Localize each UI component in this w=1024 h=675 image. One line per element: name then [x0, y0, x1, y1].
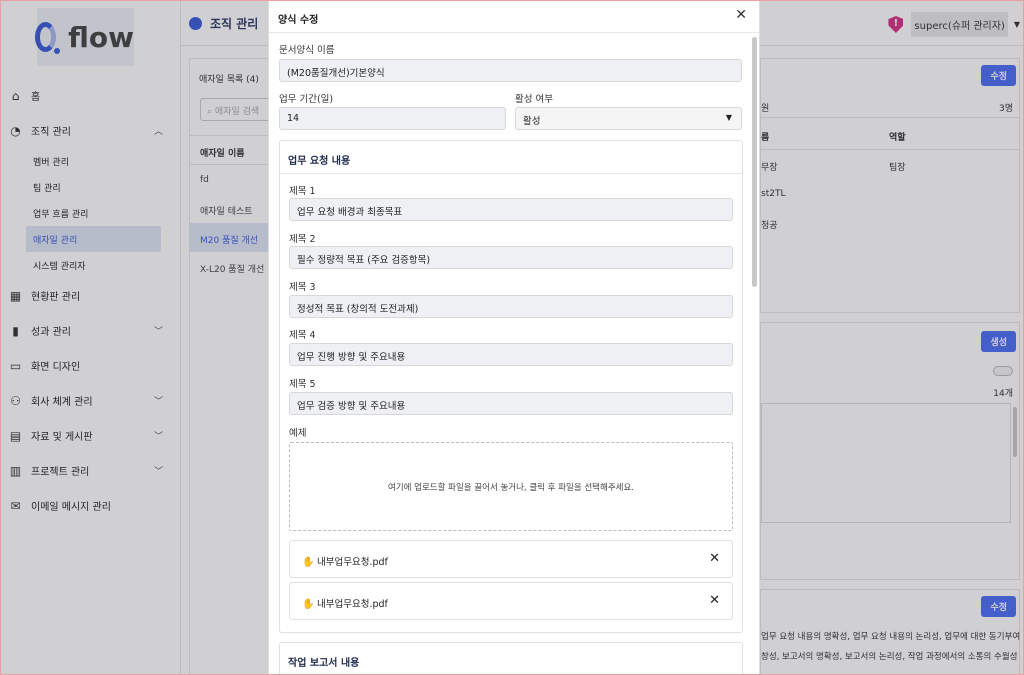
report-section-title: 작업 보고서 내용: [288, 658, 360, 669]
active-select-value: 활성: [523, 116, 541, 127]
remove-file-icon[interactable]: ✕: [709, 551, 720, 566]
file-name: 내부업무요청.pdf: [317, 557, 388, 568]
drag-handle-icon[interactable]: ✋: [302, 557, 314, 568]
example-label: 예제: [289, 428, 307, 439]
remove-file-icon[interactable]: ✕: [709, 593, 720, 608]
period-field[interactable]: 14: [279, 107, 506, 130]
item-field[interactable]: 업무 검증 방향 및 주요내용: [289, 392, 733, 415]
item-label: 제목 3: [289, 282, 316, 293]
active-label: 활성 여부: [515, 94, 553, 105]
caret-down-icon: ▼: [725, 113, 732, 122]
item-label: 제목 2: [289, 234, 316, 245]
form-name-field[interactable]: (M20품질개선)기본양식: [279, 59, 742, 82]
attached-file: ✋ 내부업무요청.pdf ✕: [289, 582, 733, 620]
item-field[interactable]: 정성적 목표 (창의적 도전과제): [289, 295, 733, 318]
item-label: 제목 4: [289, 330, 316, 341]
request-section-title: 업무 요청 내용: [288, 156, 351, 167]
modal-title: 양식 수정: [269, 1, 759, 33]
attached-file: ✋ 내부업무요청.pdf ✕: [289, 540, 733, 578]
report-section: 작업 보고서 내용: [279, 642, 743, 674]
close-icon[interactable]: ✕: [735, 7, 747, 23]
drop-zone-text: 여기에 업로드할 파일을 끌어서 놓거나, 클릭 후 파일을 선택해주세요.: [388, 483, 634, 493]
divider: [280, 173, 742, 174]
form-name-label: 문서양식 이름: [279, 45, 335, 56]
drag-handle-icon[interactable]: ✋: [302, 599, 314, 610]
item-field[interactable]: 업무 요청 배경과 최종목표: [289, 198, 733, 221]
item-field[interactable]: 업무 진행 방향 및 주요내용: [289, 343, 733, 366]
request-section: 업무 요청 내용 제목 1 업무 요청 배경과 최종목표 제목 2 필수 정량적…: [279, 140, 743, 633]
file-drop-zone[interactable]: 여기에 업로드할 파일을 끌어서 놓거나, 클릭 후 파일을 선택해주세요.: [289, 442, 733, 531]
item-label: 제목 5: [289, 379, 316, 390]
file-name: 내부업무요청.pdf: [317, 599, 388, 610]
edit-form-modal: 양식 수정 ✕ 문서양식 이름 (M20품질개선)기본양식 업무 기간(일) 1…: [268, 0, 760, 675]
active-select[interactable]: 활성 ▼: [515, 107, 742, 130]
modal-scrollbar[interactable]: [752, 37, 757, 287]
item-field[interactable]: 필수 정량적 목표 (주요 검증항목): [289, 246, 733, 269]
item-label: 제목 1: [289, 186, 316, 197]
period-label: 업무 기간(일): [279, 94, 334, 105]
